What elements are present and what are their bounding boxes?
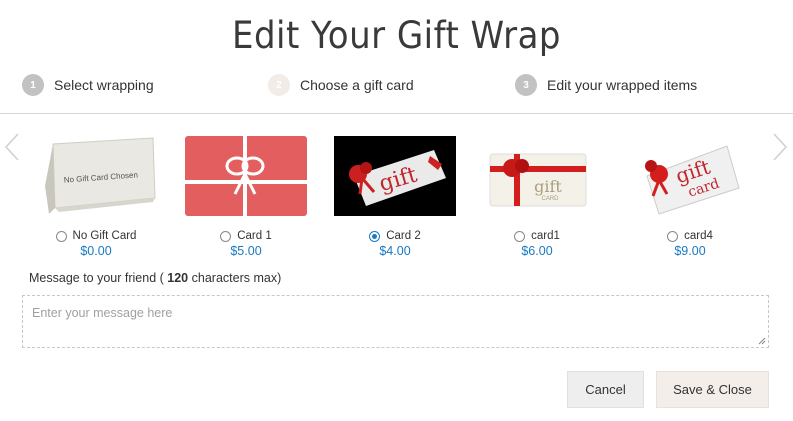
step-choose-gift-card[interactable]: 2 Choose a gift card (268, 74, 414, 96)
gift-card-option[interactable]: No Gift Card Chosen No Gift Card $0.00 (31, 136, 161, 258)
dialog-title: Edit Your Gift Wrap (232, 14, 561, 57)
gift-card-price: $9.00 (674, 244, 706, 258)
step-label: Select wrapping (54, 77, 154, 93)
step-number-badge: 2 (268, 74, 290, 96)
message-max-chars: 120 (167, 271, 189, 285)
gift-card-name: Card 1 (237, 230, 272, 242)
gift-card-name: No Gift Card (72, 230, 137, 242)
radio-button[interactable] (514, 230, 526, 242)
gift-card-name: card4 (684, 230, 713, 242)
step-label: Choose a gift card (300, 77, 414, 93)
message-label: Message to your friend ( 120 characters … (29, 271, 281, 285)
gift-card-option[interactable]: gift card card4 $9.00 (625, 136, 755, 258)
save-close-button[interactable]: Save & Close (656, 371, 769, 408)
message-textarea[interactable]: Enter your message here (22, 295, 769, 348)
gift-card-option[interactable]: gift Card 2 $4.00 (330, 136, 460, 258)
gift-card-price: $0.00 (80, 244, 112, 258)
step-edit-wrapped-items[interactable]: 3 Edit your wrapped items (515, 74, 697, 96)
gift-card-option[interactable]: Card 1 $5.00 (181, 136, 311, 258)
gift-card-price: $4.00 (379, 244, 411, 258)
radio-button[interactable] (55, 230, 67, 242)
resize-handle-icon[interactable] (758, 337, 766, 345)
step-number-badge: 3 (515, 74, 537, 96)
gift-card-name: card1 (531, 230, 560, 242)
radio-button[interactable] (667, 230, 679, 242)
gift-card-option[interactable]: gift CARD card1 $6.00 (472, 136, 602, 258)
chevron-left-icon[interactable] (3, 132, 21, 162)
step-label: Edit your wrapped items (547, 77, 698, 93)
gift-card-image-card-2[interactable]: gift (334, 136, 456, 216)
gift-card-image-card-1[interactable] (185, 136, 307, 216)
gift-card-price: $6.00 (521, 244, 553, 258)
header-divider (0, 113, 793, 114)
gift-card-price: $5.00 (230, 244, 262, 258)
radio-button[interactable] (220, 230, 232, 242)
message-label-prefix: Message to your friend ( (29, 271, 164, 285)
gift-card-image-card4[interactable]: gift card (629, 136, 751, 216)
step-number-badge: 1 (22, 74, 44, 96)
radio-button-selected[interactable] (369, 230, 381, 242)
gift-card-image-card1[interactable]: gift CARD (476, 136, 598, 216)
gift-card-image-none[interactable]: No Gift Card Chosen (35, 136, 157, 216)
image-subcaption: CARD (541, 196, 559, 202)
message-placeholder: Enter your message here (32, 306, 173, 320)
message-label-suffix: characters max) (191, 271, 282, 285)
cancel-button[interactable]: Cancel (567, 371, 644, 408)
step-select-wrapping[interactable]: 1 Select wrapping (22, 74, 154, 96)
gift-card-name: Card 2 (386, 230, 421, 242)
wizard-steps: 1 Select wrapping 2 Choose a gift card 3… (0, 74, 793, 100)
chevron-right-icon[interactable] (771, 132, 789, 162)
image-caption: gift (534, 177, 562, 196)
